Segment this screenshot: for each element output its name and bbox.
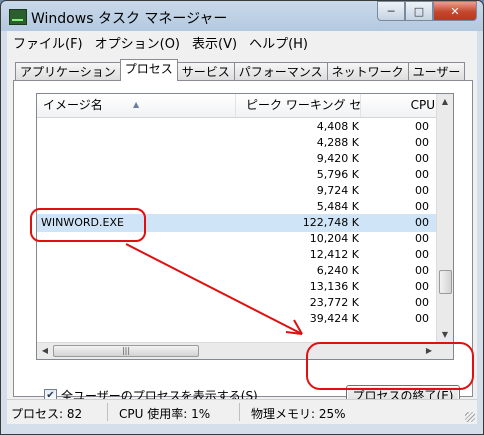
tab-users[interactable]: ユーザー <box>407 62 466 81</box>
status-cpu-usage: CPU 使用率: 1% <box>119 407 211 421</box>
status-processes: プロセス: 82 <box>11 407 83 421</box>
window-controls: ─ □ ✕ <box>377 1 477 21</box>
client-area: アプリケーション プロセス サービス パフォーマンス ネットワーク ユーザー ▲… <box>7 53 477 407</box>
process-list[interactable]: ▲ イメージ名 ピーク ワーキング セッ... CPU 4,408 K004,2… <box>36 93 454 360</box>
scroll-down-arrow-icon[interactable]: ▼ <box>437 327 453 343</box>
horizontal-scrollbar[interactable]: ◀ ||| ▶ <box>37 342 437 359</box>
processes-panel: ▲ イメージ名 ピーク ワーキング セッ... CPU 4,408 K004,2… <box>13 80 473 407</box>
tab-performance[interactable]: パフォーマンス <box>233 62 328 81</box>
menu-bar: ファイル(F) オプション(O) 表示(V) ヘルプ(H) <box>7 31 477 53</box>
column-image-name-label: イメージ名 <box>43 98 103 112</box>
cpu-cell: 00 <box>415 312 429 325</box>
menu-help[interactable]: ヘルプ(H) <box>243 33 314 52</box>
minimize-button[interactable]: ─ <box>377 1 405 21</box>
scroll-up-arrow-icon[interactable]: ▲ <box>437 94 453 110</box>
title-bar[interactable]: Windows タスク マネージャー ─ □ ✕ <box>1 1 483 31</box>
task-manager-app-icon <box>9 9 27 25</box>
tab-applications[interactable]: アプリケーション <box>15 62 121 81</box>
vertical-scroll-thumb[interactable] <box>439 270 452 294</box>
menu-options[interactable]: オプション(O) <box>89 33 186 52</box>
status-physical-memory: 物理メモリ: 25% <box>251 407 346 421</box>
scroll-left-arrow-icon[interactable]: ◀ <box>37 343 53 359</box>
sort-ascending-icon: ▲ <box>133 100 140 109</box>
status-divider <box>107 403 108 421</box>
vertical-scrollbar[interactable]: ▲ ▼ <box>436 94 453 343</box>
horizontal-scroll-thumb[interactable]: ||| <box>53 345 199 357</box>
column-image-name[interactable]: ▲ イメージ名 <box>37 94 236 117</box>
task-manager-window: Windows タスク マネージャー ─ □ ✕ ファイル(F) オプション(O… <box>0 0 484 435</box>
resize-grip-icon[interactable] <box>465 412 475 422</box>
scroll-right-arrow-icon[interactable]: ▶ <box>421 343 437 359</box>
column-peak-working-set[interactable]: ピーク ワーキング セッ... <box>236 94 361 117</box>
tab-services[interactable]: サービス <box>176 62 235 81</box>
list-header: ▲ イメージ名 ピーク ワーキング セッ... CPU <box>37 94 437 118</box>
column-cpu-label: CPU <box>410 98 435 112</box>
tab-processes[interactable]: プロセス <box>119 59 178 81</box>
peak-working-set-cell: 39,424 K <box>309 312 359 325</box>
column-peak-working-set-label: ピーク ワーキング セッ... <box>246 98 361 112</box>
window-title: Windows タスク マネージャー <box>31 11 228 27</box>
column-cpu[interactable]: CPU <box>361 94 437 117</box>
tab-networking[interactable]: ネットワーク <box>326 62 409 81</box>
close-button[interactable]: ✕ <box>433 1 477 21</box>
scroll-corner <box>437 343 453 359</box>
maximize-button[interactable]: □ <box>405 1 433 21</box>
status-divider <box>239 403 240 421</box>
menu-view[interactable]: 表示(V) <box>186 33 243 52</box>
menu-file[interactable]: ファイル(F) <box>7 33 89 52</box>
status-bar: プロセス: 82 CPU 使用率: 1% 物理メモリ: 25% <box>7 399 477 424</box>
table-row[interactable]: 39,424 K 00 <box>37 310 437 328</box>
tab-strip: アプリケーション プロセス サービス パフォーマンス ネットワーク ユーザー <box>15 59 466 81</box>
